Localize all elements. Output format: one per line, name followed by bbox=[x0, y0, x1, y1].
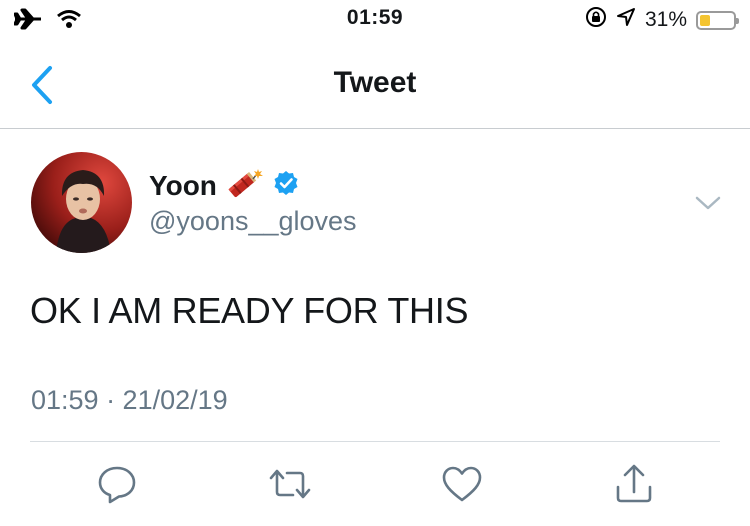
battery-level bbox=[700, 14, 710, 26]
tweet-text: OK I AM READY FOR THIS bbox=[30, 290, 469, 331]
share-icon bbox=[616, 464, 652, 503]
author-name-row: Yoon bbox=[149, 167, 299, 204]
firecracker-emoji bbox=[225, 167, 265, 204]
share-button[interactable] bbox=[612, 462, 656, 506]
divider bbox=[30, 441, 720, 442]
username-handle[interactable]: @yoons__gloves bbox=[149, 206, 357, 237]
status-bar: 01:59 31% bbox=[0, 0, 750, 40]
location-arrow-icon bbox=[616, 7, 636, 33]
like-button[interactable] bbox=[440, 462, 484, 506]
verified-badge-icon bbox=[273, 170, 299, 201]
display-name[interactable]: Yoon bbox=[149, 170, 217, 202]
reply-icon bbox=[98, 466, 136, 504]
retweet-button[interactable] bbox=[268, 462, 312, 506]
page-title: Tweet bbox=[333, 66, 417, 99]
retweet-icon bbox=[269, 469, 311, 499]
tweet-options-button[interactable] bbox=[694, 192, 722, 214]
avatar[interactable] bbox=[31, 152, 132, 253]
battery-percent: 31% bbox=[644, 8, 687, 31]
battery-icon bbox=[696, 10, 739, 30]
reply-button[interactable] bbox=[95, 462, 139, 506]
navigation-bar: Tweet bbox=[0, 44, 750, 129]
orientation-lock-icon bbox=[585, 6, 607, 34]
chevron-down-icon bbox=[695, 196, 721, 210]
tweet-timestamp[interactable]: 01:59 · 21/02/19 bbox=[31, 385, 228, 416]
like-icon bbox=[442, 466, 482, 502]
tweet-action-bar bbox=[0, 462, 750, 506]
